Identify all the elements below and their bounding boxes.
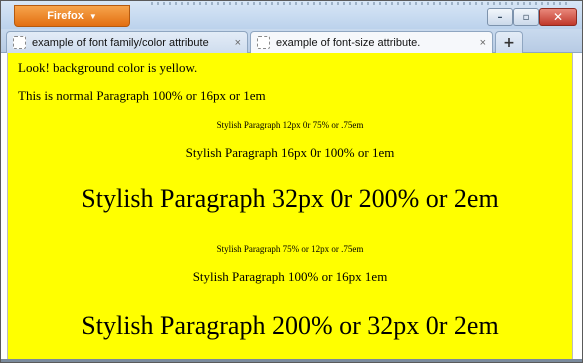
tab-bar: example of font family/color attribute ×… (1, 29, 582, 53)
paragraph-12px: Stylish Paragraph 12px 0r 75% or .75em (216, 120, 364, 130)
title-bar-texture (151, 2, 571, 5)
page-icon (13, 36, 26, 49)
paragraph-16px: Stylish Paragraph 16px 0r 100% or 1em (185, 145, 395, 160)
chevron-down-icon: ▼ (88, 11, 97, 21)
paragraph-75pct: Stylish Paragraph 75% or 12px or .75em (216, 244, 364, 254)
close-window-button[interactable]: ✕ (539, 8, 577, 26)
maximize-icon: ▫ (522, 11, 530, 23)
close-tab-icon[interactable]: × (480, 37, 486, 49)
maximize-button[interactable]: ▫ (513, 8, 539, 26)
page-icon (257, 36, 270, 49)
plus-icon: + (503, 34, 515, 51)
close-tab-icon[interactable]: × (235, 37, 241, 49)
paragraph-normal: This is normal Paragraph 100% or 16px or… (18, 88, 266, 103)
page-content: Look! background color is yellow. This i… (7, 53, 573, 359)
window-bottom-border (1, 359, 582, 362)
paragraph-100pct: Stylish Paragraph 100% or 16px 1em (192, 269, 388, 284)
paragraph-background-note: Look! background color is yellow. (18, 60, 198, 75)
tab-label: example of font family/color attribute (32, 36, 209, 49)
minimize-button[interactable]: – (487, 8, 513, 26)
new-tab-button[interactable]: + (495, 31, 523, 53)
close-icon: ✕ (552, 10, 564, 24)
tab-font-size[interactable]: example of font-size attribute. × (250, 31, 493, 53)
minimize-icon: – (497, 11, 503, 23)
title-bar: Firefox ▼ – ▫ ✕ (1, 1, 582, 29)
tab-font-family[interactable]: example of font family/color attribute × (6, 31, 248, 53)
tab-label: example of font-size attribute. (276, 36, 421, 49)
firefox-menu-label: Firefox (47, 10, 84, 22)
firefox-menu-button[interactable]: Firefox ▼ (14, 5, 130, 27)
paragraph-200pct: Stylish Paragraph 200% or 32px 0r 2em (81, 311, 499, 340)
paragraph-32px: Stylish Paragraph 32px 0r 200% or 2em (81, 184, 499, 213)
